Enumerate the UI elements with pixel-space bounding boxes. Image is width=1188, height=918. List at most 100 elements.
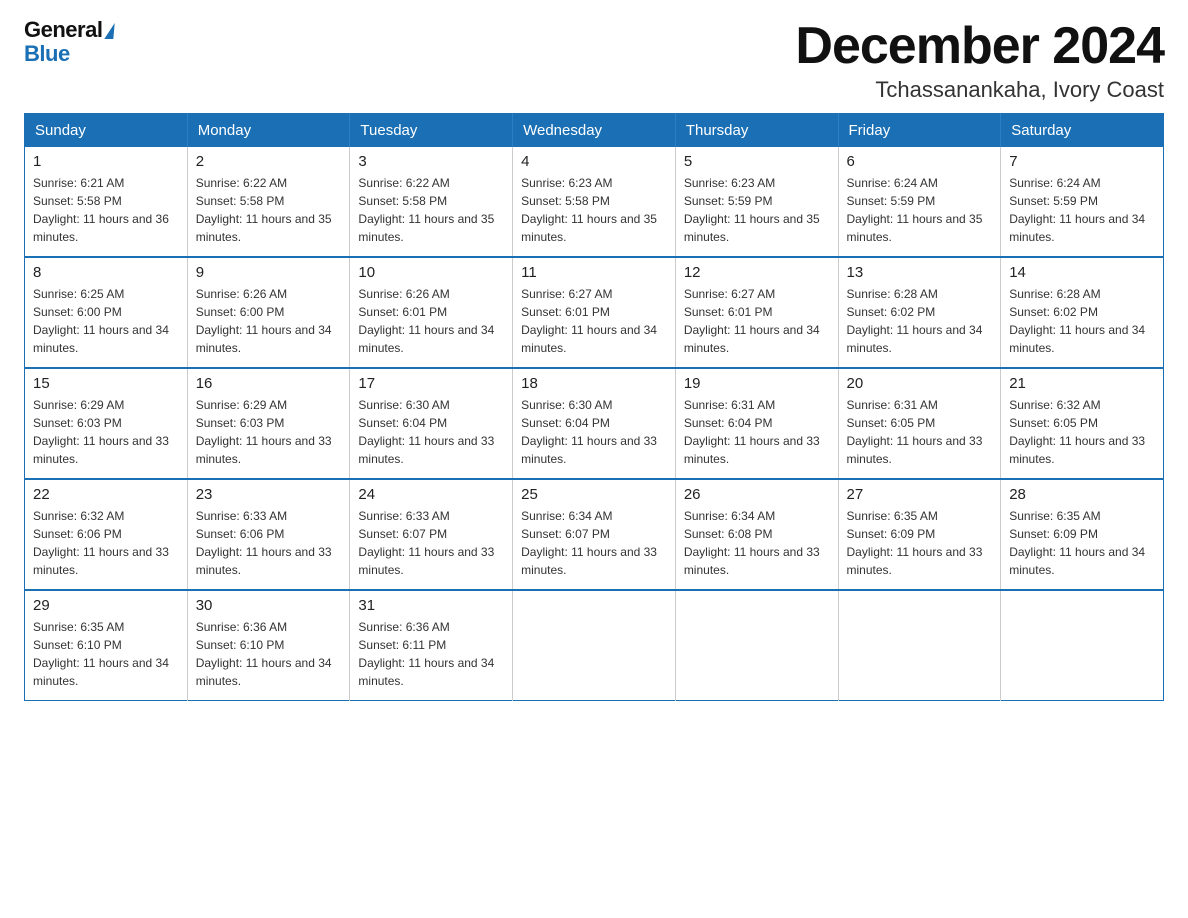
day-number: 3 xyxy=(358,153,504,170)
day-number: 25 xyxy=(521,486,667,503)
page-header: General Blue December 2024 Tchassanankah… xyxy=(0,0,1188,113)
title-section: December 2024 Tchassanankaha, Ivory Coas… xyxy=(795,18,1164,103)
calendar-week-row: 15 Sunrise: 6:29 AM Sunset: 6:03 PM Dayl… xyxy=(25,368,1164,479)
day-info: Sunrise: 6:30 AM Sunset: 6:04 PM Dayligh… xyxy=(521,396,667,468)
header-sunday: Sunday xyxy=(25,114,188,148)
header-thursday: Thursday xyxy=(675,114,838,148)
day-number: 12 xyxy=(684,264,830,281)
calendar-day-cell: 6 Sunrise: 6:24 AM Sunset: 5:59 PM Dayli… xyxy=(838,147,1001,257)
day-number: 24 xyxy=(358,486,504,503)
day-info: Sunrise: 6:31 AM Sunset: 6:05 PM Dayligh… xyxy=(847,396,993,468)
calendar-day-cell: 29 Sunrise: 6:35 AM Sunset: 6:10 PM Dayl… xyxy=(25,590,188,701)
day-info: Sunrise: 6:34 AM Sunset: 6:08 PM Dayligh… xyxy=(684,507,830,579)
day-number: 5 xyxy=(684,153,830,170)
day-info: Sunrise: 6:27 AM Sunset: 6:01 PM Dayligh… xyxy=(684,285,830,357)
calendar-day-cell: 7 Sunrise: 6:24 AM Sunset: 5:59 PM Dayli… xyxy=(1001,147,1164,257)
day-number: 20 xyxy=(847,375,993,392)
calendar-day-cell: 17 Sunrise: 6:30 AM Sunset: 6:04 PM Dayl… xyxy=(350,368,513,479)
day-info: Sunrise: 6:32 AM Sunset: 6:06 PM Dayligh… xyxy=(33,507,179,579)
day-number: 17 xyxy=(358,375,504,392)
calendar-day-cell: 18 Sunrise: 6:30 AM Sunset: 6:04 PM Dayl… xyxy=(513,368,676,479)
calendar-day-cell: 2 Sunrise: 6:22 AM Sunset: 5:58 PM Dayli… xyxy=(187,147,350,257)
calendar-day-cell: 21 Sunrise: 6:32 AM Sunset: 6:05 PM Dayl… xyxy=(1001,368,1164,479)
day-info: Sunrise: 6:21 AM Sunset: 5:58 PM Dayligh… xyxy=(33,174,179,246)
day-info: Sunrise: 6:24 AM Sunset: 5:59 PM Dayligh… xyxy=(847,174,993,246)
calendar-day-cell: 20 Sunrise: 6:31 AM Sunset: 6:05 PM Dayl… xyxy=(838,368,1001,479)
calendar-day-cell: 23 Sunrise: 6:33 AM Sunset: 6:06 PM Dayl… xyxy=(187,479,350,590)
calendar-empty-cell xyxy=(513,590,676,701)
calendar-day-cell: 24 Sunrise: 6:33 AM Sunset: 6:07 PM Dayl… xyxy=(350,479,513,590)
calendar-week-row: 8 Sunrise: 6:25 AM Sunset: 6:00 PM Dayli… xyxy=(25,257,1164,368)
calendar-day-cell: 28 Sunrise: 6:35 AM Sunset: 6:09 PM Dayl… xyxy=(1001,479,1164,590)
calendar-day-cell: 4 Sunrise: 6:23 AM Sunset: 5:58 PM Dayli… xyxy=(513,147,676,257)
header-tuesday: Tuesday xyxy=(350,114,513,148)
calendar-day-cell: 19 Sunrise: 6:31 AM Sunset: 6:04 PM Dayl… xyxy=(675,368,838,479)
day-number: 13 xyxy=(847,264,993,281)
calendar-empty-cell xyxy=(1001,590,1164,701)
day-info: Sunrise: 6:22 AM Sunset: 5:58 PM Dayligh… xyxy=(358,174,504,246)
day-info: Sunrise: 6:32 AM Sunset: 6:05 PM Dayligh… xyxy=(1009,396,1155,468)
calendar-week-row: 1 Sunrise: 6:21 AM Sunset: 5:58 PM Dayli… xyxy=(25,147,1164,257)
day-number: 27 xyxy=(847,486,993,503)
day-info: Sunrise: 6:26 AM Sunset: 6:01 PM Dayligh… xyxy=(358,285,504,357)
day-number: 2 xyxy=(196,153,342,170)
day-info: Sunrise: 6:28 AM Sunset: 6:02 PM Dayligh… xyxy=(847,285,993,357)
day-info: Sunrise: 6:35 AM Sunset: 6:09 PM Dayligh… xyxy=(847,507,993,579)
day-number: 26 xyxy=(684,486,830,503)
header-friday: Friday xyxy=(838,114,1001,148)
day-info: Sunrise: 6:26 AM Sunset: 6:00 PM Dayligh… xyxy=(196,285,342,357)
logo-triangle-icon xyxy=(105,23,115,39)
logo-blue-text: Blue xyxy=(24,42,114,66)
day-number: 16 xyxy=(196,375,342,392)
calendar-day-cell: 11 Sunrise: 6:27 AM Sunset: 6:01 PM Dayl… xyxy=(513,257,676,368)
day-number: 1 xyxy=(33,153,179,170)
calendar-day-cell: 10 Sunrise: 6:26 AM Sunset: 6:01 PM Dayl… xyxy=(350,257,513,368)
day-number: 18 xyxy=(521,375,667,392)
calendar-day-cell: 15 Sunrise: 6:29 AM Sunset: 6:03 PM Dayl… xyxy=(25,368,188,479)
day-number: 10 xyxy=(358,264,504,281)
day-number: 31 xyxy=(358,597,504,614)
day-info: Sunrise: 6:29 AM Sunset: 6:03 PM Dayligh… xyxy=(33,396,179,468)
logo-general-text: General xyxy=(24,18,102,42)
day-info: Sunrise: 6:23 AM Sunset: 5:58 PM Dayligh… xyxy=(521,174,667,246)
day-number: 30 xyxy=(196,597,342,614)
day-info: Sunrise: 6:36 AM Sunset: 6:11 PM Dayligh… xyxy=(358,618,504,690)
calendar-day-cell: 22 Sunrise: 6:32 AM Sunset: 6:06 PM Dayl… xyxy=(25,479,188,590)
day-info: Sunrise: 6:35 AM Sunset: 6:09 PM Dayligh… xyxy=(1009,507,1155,579)
calendar-day-cell: 16 Sunrise: 6:29 AM Sunset: 6:03 PM Dayl… xyxy=(187,368,350,479)
calendar-day-cell: 13 Sunrise: 6:28 AM Sunset: 6:02 PM Dayl… xyxy=(838,257,1001,368)
month-title: December 2024 xyxy=(795,18,1164,75)
calendar-day-cell: 1 Sunrise: 6:21 AM Sunset: 5:58 PM Dayli… xyxy=(25,147,188,257)
day-info: Sunrise: 6:28 AM Sunset: 6:02 PM Dayligh… xyxy=(1009,285,1155,357)
calendar-day-cell: 5 Sunrise: 6:23 AM Sunset: 5:59 PM Dayli… xyxy=(675,147,838,257)
day-number: 29 xyxy=(33,597,179,614)
logo-text: General Blue xyxy=(24,18,114,66)
calendar-day-cell: 8 Sunrise: 6:25 AM Sunset: 6:00 PM Dayli… xyxy=(25,257,188,368)
day-info: Sunrise: 6:27 AM Sunset: 6:01 PM Dayligh… xyxy=(521,285,667,357)
calendar-day-cell: 26 Sunrise: 6:34 AM Sunset: 6:08 PM Dayl… xyxy=(675,479,838,590)
day-info: Sunrise: 6:30 AM Sunset: 6:04 PM Dayligh… xyxy=(358,396,504,468)
day-info: Sunrise: 6:22 AM Sunset: 5:58 PM Dayligh… xyxy=(196,174,342,246)
day-info: Sunrise: 6:33 AM Sunset: 6:07 PM Dayligh… xyxy=(358,507,504,579)
day-number: 4 xyxy=(521,153,667,170)
day-info: Sunrise: 6:36 AM Sunset: 6:10 PM Dayligh… xyxy=(196,618,342,690)
day-number: 8 xyxy=(33,264,179,281)
day-info: Sunrise: 6:34 AM Sunset: 6:07 PM Dayligh… xyxy=(521,507,667,579)
day-info: Sunrise: 6:24 AM Sunset: 5:59 PM Dayligh… xyxy=(1009,174,1155,246)
calendar-day-cell: 12 Sunrise: 6:27 AM Sunset: 6:01 PM Dayl… xyxy=(675,257,838,368)
day-info: Sunrise: 6:25 AM Sunset: 6:00 PM Dayligh… xyxy=(33,285,179,357)
calendar-empty-cell xyxy=(838,590,1001,701)
day-number: 21 xyxy=(1009,375,1155,392)
day-number: 19 xyxy=(684,375,830,392)
header-monday: Monday xyxy=(187,114,350,148)
calendar-week-row: 22 Sunrise: 6:32 AM Sunset: 6:06 PM Dayl… xyxy=(25,479,1164,590)
header-saturday: Saturday xyxy=(1001,114,1164,148)
calendar-table: SundayMondayTuesdayWednesdayThursdayFrid… xyxy=(24,113,1164,701)
day-number: 28 xyxy=(1009,486,1155,503)
day-info: Sunrise: 6:35 AM Sunset: 6:10 PM Dayligh… xyxy=(33,618,179,690)
calendar-day-cell: 31 Sunrise: 6:36 AM Sunset: 6:11 PM Dayl… xyxy=(350,590,513,701)
day-number: 15 xyxy=(33,375,179,392)
location-title: Tchassanankaha, Ivory Coast xyxy=(795,77,1164,103)
calendar-day-cell: 3 Sunrise: 6:22 AM Sunset: 5:58 PM Dayli… xyxy=(350,147,513,257)
day-number: 11 xyxy=(521,264,667,281)
